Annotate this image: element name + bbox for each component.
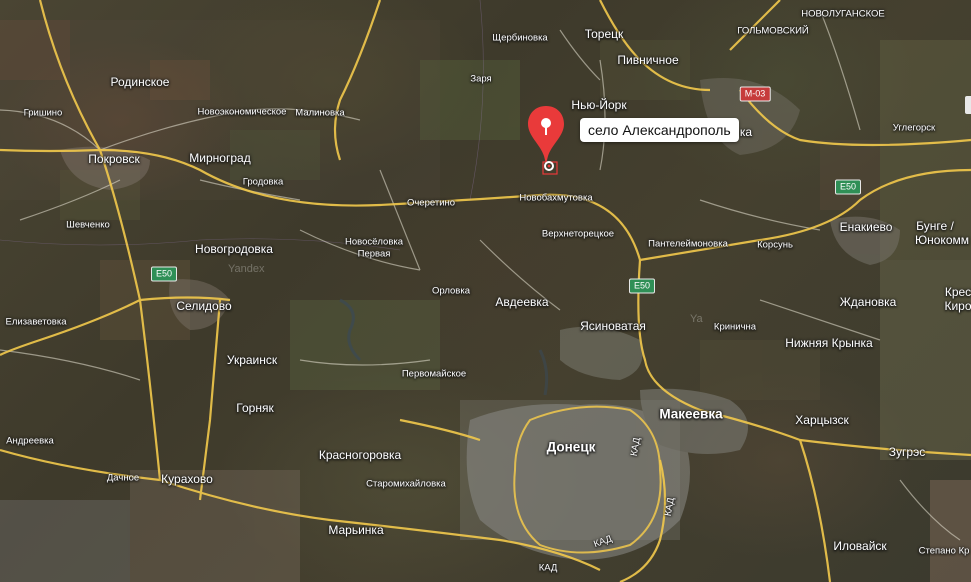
place-label: Енакиево [839,220,893,234]
place-label: Новогродовка [195,242,273,256]
place-label: НОВОЛУГАНСКОЕ [801,8,885,20]
place-label: Нижняя Крынка [785,336,873,350]
road-shield-m03: M-03 [739,86,771,102]
map-watermark: Yandex [228,263,265,275]
road-shield-e50: E50 [834,179,862,195]
place-label: Ждановка [839,295,897,309]
place-label: Украинск [226,353,278,367]
place-label: Горняк [236,401,274,415]
place-label: Пантелеймоновка [648,238,728,250]
place-label: Киро [944,299,971,313]
place-label: Макеевка [659,406,723,422]
place-label: Углегорск [892,122,936,134]
place-label: Кринична [713,321,757,333]
place-label: Юнокомм [915,233,969,247]
place-label: Очеретино [406,197,456,209]
marker-callout[interactable]: село Александрополь [580,118,739,142]
place-label: ка [739,125,753,139]
place-label: Иловайск [833,539,887,553]
place-label: Пивничное [617,53,679,67]
place-label: Донецк [546,439,596,455]
place-label: Первомайское [401,368,467,380]
place-label: Верхнеторецкое [541,228,615,240]
place-label: Бунге / [916,219,954,233]
place-label: ГОЛЬМОВСКИЙ [737,25,809,37]
place-label: Родинское [110,75,170,89]
road-shield-e50: E50 [628,278,656,294]
place-label: Степано Кр [918,545,970,557]
place-label: Нью-Йорк [571,98,627,112]
place-label: Андреевка [6,435,54,447]
road-shield-e50: E50 [150,266,178,282]
place-label: Малиновка [295,107,345,119]
place-label: Новоэкономическое [197,106,287,118]
place-label: Харцызск [795,413,849,427]
place-label: Селидово [176,299,232,313]
place-label: Старомихайловка [366,478,446,490]
place-label: Шевченко [66,219,110,231]
place-label: Курахово [161,472,213,486]
place-label: Гришино [23,107,63,119]
place-label: Орловка [432,285,470,297]
place-label: Дачное [106,472,140,484]
map-side-control[interactable] [965,96,971,114]
place-label: Мирноград [189,151,251,165]
place-label: Елизаветовка [5,316,67,328]
place-label: Гродовка [242,176,284,188]
place-label: Красногоровка [318,448,402,462]
place-label: Авдеевка [495,295,549,309]
place-label: Щербиновка [492,32,548,44]
place-label: Первая [357,248,391,260]
map-watermark: Ya [690,313,703,325]
place-label: Заря [470,73,492,85]
place-label: Зугрэс [888,445,926,459]
place-label: Новобахмутовка [519,192,593,204]
place-label: Новосёловка [344,236,404,248]
place-label: Марьинка [328,523,384,537]
place-label: Торецк [584,27,624,41]
road-label-kad: КАД [538,562,558,574]
satellite-map[interactable]: E50 E50 E50 M-03 КАД КАД КАД КАД Родинск… [0,0,971,582]
place-label: Корсунь [757,239,793,251]
location-pin-icon[interactable] [526,104,566,176]
place-label: Ясиноватая [580,319,646,333]
place-label: Покровск [88,152,140,166]
place-label: Крес [944,285,971,299]
